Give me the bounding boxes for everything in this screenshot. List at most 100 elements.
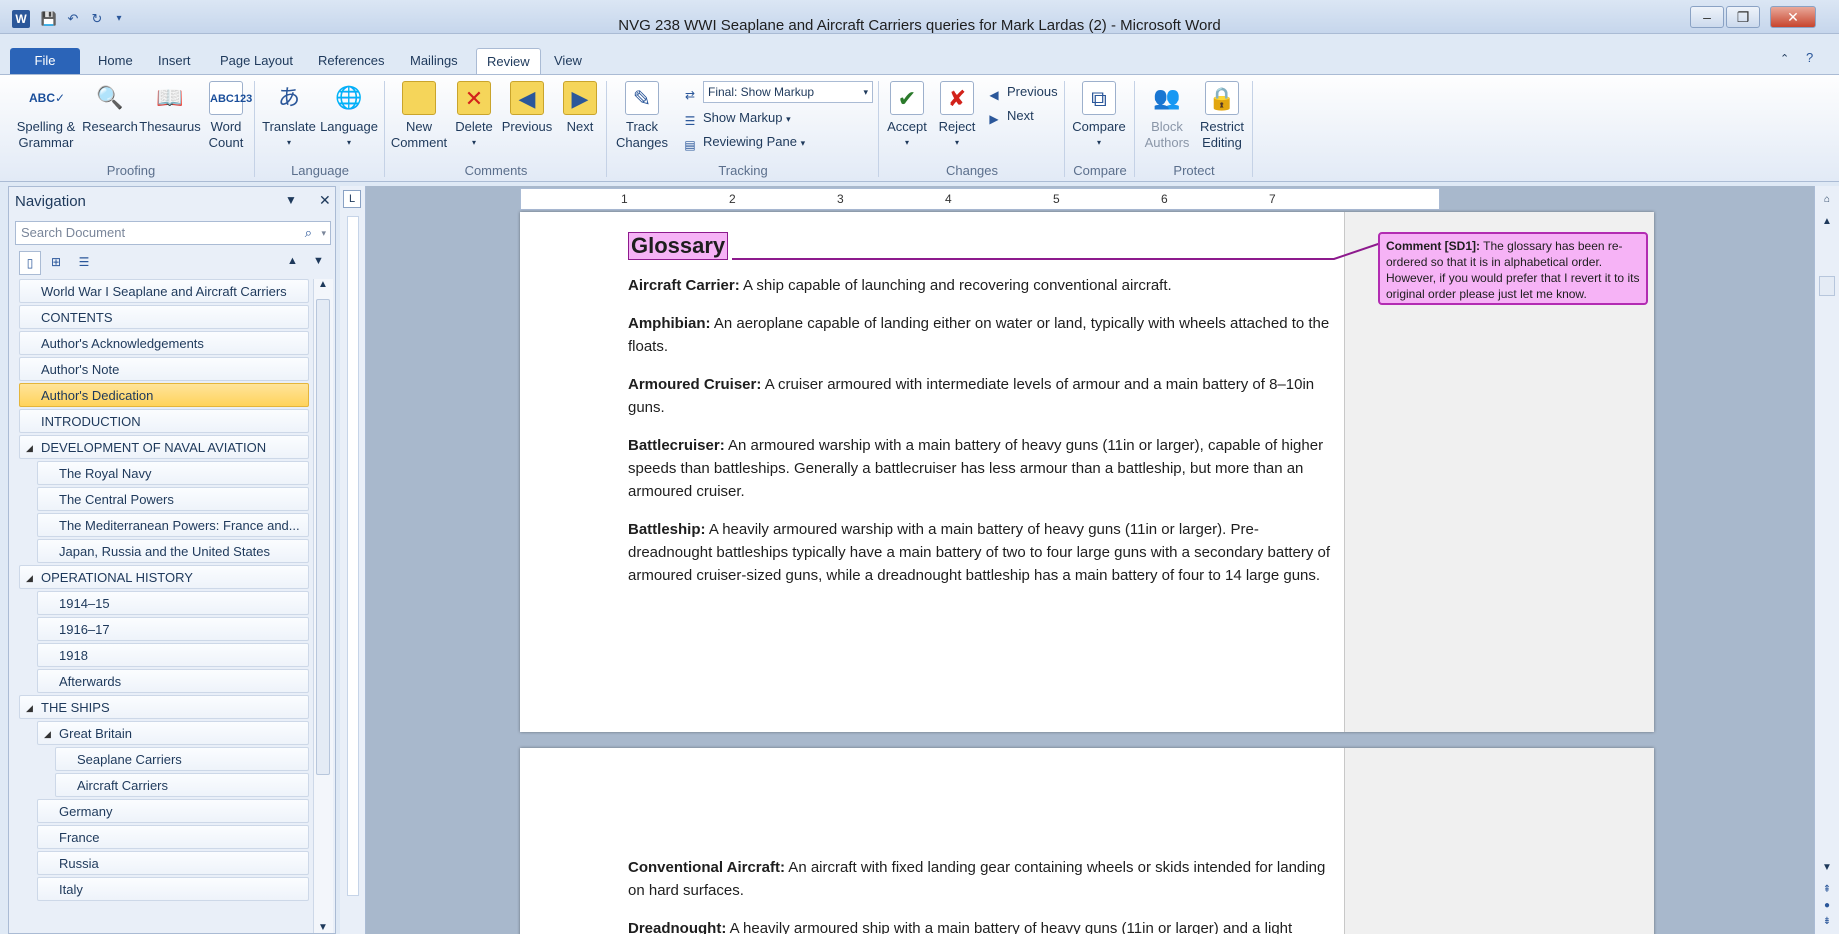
scroll-thumb[interactable] (316, 299, 330, 775)
previous-page-icon[interactable]: ⇞ (1815, 884, 1839, 895)
tab-file[interactable]: File (10, 48, 80, 74)
thesaurus-button[interactable]: 📖 Thesaurus (136, 81, 204, 135)
glossary-entry[interactable]: Conventional Aircraft: An aircraft with … (628, 856, 1333, 902)
tab-review[interactable]: Review (476, 48, 541, 74)
reviewing-pane-button[interactable]: ▤ Reviewing Pane ▾ (682, 133, 805, 153)
block-authors-button[interactable]: 👥 Block Authors (1136, 81, 1198, 151)
nav-heading-item[interactable]: ◢ Great Britain (37, 721, 309, 745)
search-document-input[interactable]: Search Document ⌕ ▾ (15, 221, 331, 245)
browse-pages-icon[interactable]: ⊞ (45, 251, 67, 275)
collapse-triangle-icon[interactable]: ◢ (26, 566, 33, 588)
word-count-button[interactable]: ABC123 Word Count (200, 81, 252, 151)
scroll-up-icon[interactable]: ▲ (314, 279, 332, 290)
pane-options-icon[interactable]: ▼ (285, 193, 297, 207)
nav-heading-item[interactable]: INTRODUCTION (19, 409, 309, 433)
nav-heading-item[interactable]: France (37, 825, 309, 849)
nav-heading-item[interactable]: Aircraft Carriers (55, 773, 309, 797)
ruler-number: 2 (729, 192, 736, 206)
glossary-heading[interactable]: Glossary (628, 232, 729, 260)
translate-button[interactable]: あ Translate ▾ (258, 81, 320, 151)
tab-mailings[interactable]: Mailings (400, 48, 468, 74)
nav-heading-item[interactable]: Author's Dedication (19, 383, 309, 407)
tab-insert[interactable]: Insert (148, 48, 201, 74)
glossary-entry[interactable]: Dreadnought: A heavily armoured ship wit… (628, 917, 1333, 934)
select-browse-object-icon[interactable]: ● (1815, 900, 1839, 911)
nav-heading-item[interactable]: World War I Seaplane and Aircraft Carrie… (19, 279, 309, 303)
nav-heading-item[interactable]: Italy (37, 877, 309, 901)
next-page-icon[interactable]: ⇟ (1815, 916, 1839, 927)
track-changes-button[interactable]: ✎ Track Changes (610, 81, 674, 151)
glossary-entry[interactable]: Armoured Cruiser: A cruiser armoured wit… (628, 373, 1333, 419)
nav-heading-item[interactable]: The Royal Navy (37, 461, 309, 485)
markup-select[interactable]: Final: Show Markup ▾ (703, 81, 873, 103)
minimize-button[interactable]: – (1690, 6, 1724, 28)
restrict-editing-label: Restrict Editing (1199, 119, 1245, 150)
collapse-triangle-icon[interactable]: ◢ (26, 696, 33, 718)
delete-comment-button[interactable]: ✕ Delete ▾ (450, 81, 498, 151)
browse-headings-icon[interactable]: ▯ (19, 251, 41, 275)
next-change-button[interactable]: ▶ Next (986, 107, 1033, 127)
nav-heading-item[interactable]: CONTENTS (19, 305, 309, 329)
previous-change-button[interactable]: ◀ Previous (986, 83, 1057, 103)
tab-references[interactable]: References (308, 48, 394, 74)
nav-heading-item[interactable]: 1916–17 (37, 617, 309, 641)
glossary-entry[interactable]: Amphibian: An aeroplane capable of landi… (628, 312, 1333, 358)
help-icon[interactable]: ? (1806, 50, 1813, 65)
minimize-ribbon-icon[interactable]: ⌃ (1780, 52, 1789, 65)
reject-button[interactable]: ✘ Reject ▾ (934, 81, 980, 151)
tab-view[interactable]: View (544, 48, 592, 74)
nav-heading-item[interactable]: ◢ OPERATIONAL HISTORY (19, 565, 309, 589)
chevron-down-icon[interactable]: ▾ (321, 222, 326, 244)
nav-heading-item[interactable]: ◢ DEVELOPMENT OF NAVAL AVIATION (19, 435, 309, 459)
next-heading-icon[interactable]: ▼ (313, 255, 324, 267)
comment-connector (732, 243, 1400, 260)
search-icon[interactable]: ⌕ (305, 222, 312, 244)
close-button[interactable]: ✕ (1770, 6, 1816, 28)
tab-selector-icon[interactable]: L (343, 190, 361, 208)
next-comment-button[interactable]: ▶ Next (560, 81, 600, 135)
nav-heading-item[interactable]: 1914–15 (37, 591, 309, 615)
glossary-entry[interactable]: Battlecruiser: An armoured warship with … (628, 434, 1333, 503)
comment-balloon[interactable]: Comment [SD1]: The glossary has been re-… (1378, 232, 1648, 305)
nav-scrollbar[interactable]: ▲ ▼ (313, 279, 333, 933)
spelling-grammar-button[interactable]: ABC✓ Spelling & Grammar (10, 81, 82, 151)
research-button[interactable]: 🔍 Research (78, 81, 142, 135)
nav-heading-item[interactable]: Russia (37, 851, 309, 875)
scroll-thumb[interactable] (1819, 276, 1835, 296)
glossary-entry[interactable]: Battleship: A heavily armoured warship w… (628, 518, 1333, 587)
ruler-toggle-icon[interactable]: ⌂ (1815, 194, 1839, 205)
nav-heading-item[interactable]: 1918 (37, 643, 309, 667)
glossary-entry[interactable]: Aircraft Carrier: A ship capable of laun… (628, 274, 1333, 297)
nav-heading-item[interactable]: The Mediterranean Powers: France and... (37, 513, 309, 537)
tab-home[interactable]: Home (88, 48, 143, 74)
collapse-triangle-icon[interactable]: ◢ (26, 436, 33, 458)
maximize-button[interactable]: ❐ (1726, 6, 1760, 28)
nav-heading-item[interactable]: Seaplane Carriers (55, 747, 309, 771)
scroll-down-icon[interactable]: ▼ (1815, 862, 1839, 873)
horizontal-ruler[interactable]: 1 2 3 4 5 6 7 (520, 188, 1440, 210)
document-scrollbar[interactable]: ⌂ ▲ ▼ ⇞ ● ⇟ (1814, 186, 1839, 934)
nav-heading-item[interactable]: ◢ THE SHIPS (19, 695, 309, 719)
restrict-editing-button[interactable]: 🔒 Restrict Editing (1192, 81, 1252, 151)
nav-heading-item[interactable]: Japan, Russia and the United States (37, 539, 309, 563)
language-button[interactable]: 🌐 Language ▾ (318, 81, 380, 151)
nav-heading-item[interactable]: Author's Note (19, 357, 309, 381)
browse-results-icon[interactable]: ☰ (73, 251, 95, 275)
nav-heading-item[interactable]: Germany (37, 799, 309, 823)
accept-button[interactable]: ✔ Accept ▾ (882, 81, 932, 151)
nav-heading-item[interactable]: Afterwards (37, 669, 309, 693)
new-comment-button[interactable]: New Comment (388, 81, 450, 151)
vertical-ruler[interactable]: L (340, 186, 366, 934)
document-title: NVG 238 WWI Seaplane and Aircraft Carrie… (618, 17, 1221, 34)
scroll-down-icon[interactable]: ▼ (314, 922, 332, 933)
previous-heading-icon[interactable]: ▲ (287, 255, 298, 267)
collapse-triangle-icon[interactable]: ◢ (44, 722, 51, 744)
tab-page-layout[interactable]: Page Layout (210, 48, 303, 74)
nav-heading-item[interactable]: The Central Powers (37, 487, 309, 511)
nav-heading-item[interactable]: Author's Acknowledgements (19, 331, 309, 355)
scroll-up-icon[interactable]: ▲ (1815, 216, 1839, 227)
close-pane-icon[interactable]: ✕ (319, 192, 331, 209)
show-markup-button[interactable]: ☰ Show Markup ▾ (682, 109, 791, 129)
compare-button[interactable]: ⧉ Compare ▾ (1068, 81, 1130, 151)
previous-comment-button[interactable]: ◀ Previous (500, 81, 554, 135)
